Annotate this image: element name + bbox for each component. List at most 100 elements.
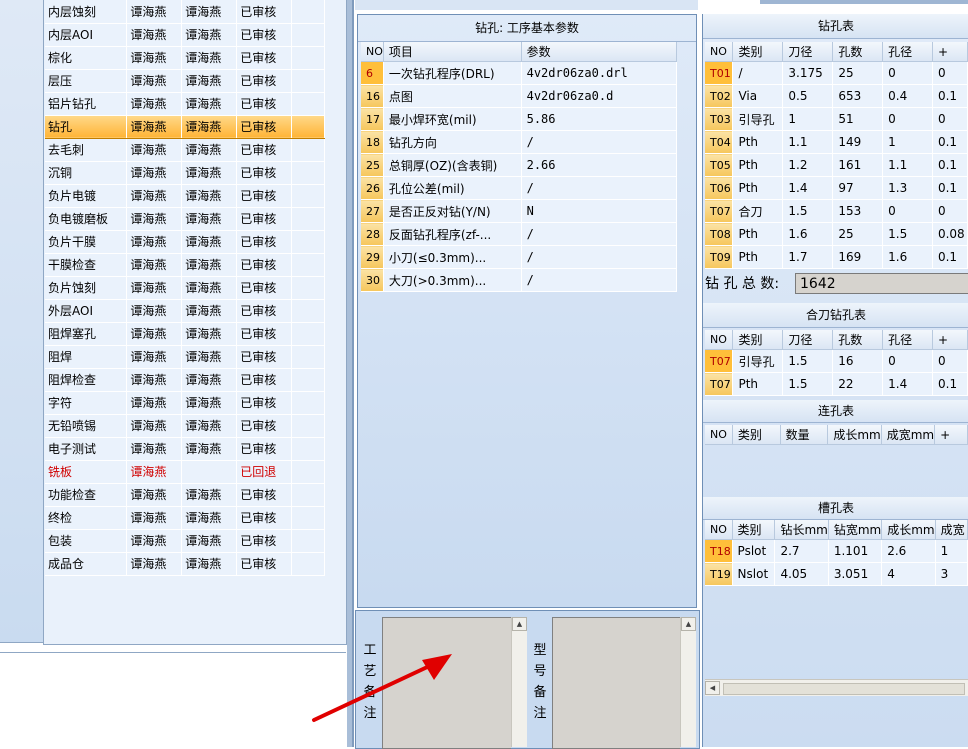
table-cell: 0 — [882, 349, 933, 373]
process-row[interactable]: 铝片钻孔 谭海燕 谭海燕 已审核 — [45, 92, 325, 116]
model-note-textarea[interactable] — [552, 617, 680, 749]
process-row[interactable]: 负电镀磨板 谭海燕 谭海燕 已审核 — [45, 207, 325, 231]
col-header[interactable]: 孔径 — [882, 330, 933, 350]
param-row[interactable]: 27 是否正反对钻(Y/N) N — [361, 199, 678, 223]
param-row[interactable]: 16 点图 4v2dr06za0.d — [361, 84, 678, 108]
table-row[interactable]: T01/3.175 25 0 0 — [705, 61, 968, 85]
param-row[interactable]: 17 最小焊环宽(mil) 5.86 — [361, 107, 678, 131]
scroll-up-icon[interactable]: ▲ — [681, 617, 696, 631]
process-name: 内层蚀刻 — [45, 0, 128, 24]
table-row[interactable]: T06 Pth 1.4 97 1.3 0.1 — [705, 176, 968, 200]
scroll-thumb[interactable] — [723, 683, 965, 695]
param-row[interactable]: 28 反面钻孔程序(zf-... / — [361, 222, 678, 246]
col-header[interactable]: NO — [705, 42, 734, 62]
table-cell: 1.6 — [882, 245, 933, 269]
col-header[interactable]: 类别 — [732, 42, 784, 62]
col-header[interactable]: 孔径 — [882, 42, 933, 62]
process-row[interactable]: 功能检查 谭海燕 谭海燕 已审核 — [45, 483, 325, 507]
table-row[interactable]: T07 引导孔 1.5 16 0 0 — [705, 349, 968, 373]
col-header[interactable]: NO — [705, 330, 734, 350]
scroll-up-icon[interactable]: ▲ — [512, 617, 527, 631]
process-row[interactable]: 阻焊塞孔 谭海燕 谭海燕 已审核 — [45, 322, 325, 346]
process-row[interactable]: 包装 谭海燕 谭海燕 已审核 — [45, 529, 325, 553]
process-row[interactable]: 阻焊 谭海燕 谭海燕 已审核 — [45, 345, 325, 369]
process-row[interactable]: 负片电镀 谭海燕 谭海燕 已审核 — [45, 184, 325, 208]
col-header[interactable]: 孔数 — [832, 330, 884, 350]
col-header-no[interactable]: NO — [361, 42, 384, 62]
col-header[interactable]: 成宽mm — [881, 425, 936, 445]
model-note-scrollbar[interactable]: ▲ — [680, 617, 696, 747]
col-header[interactable]: 成长mm — [827, 425, 882, 445]
process-row[interactable]: 字符 谭海燕 谭海燕 已审核 — [45, 391, 325, 415]
process-row[interactable]: 沉铜 谭海燕 谭海燕 已审核 — [45, 161, 325, 185]
col-header[interactable]: 钻长mm — [774, 520, 829, 540]
table-cell: 1.5 — [782, 372, 834, 396]
process-row[interactable]: 内层AOI 谭海燕 谭海燕 已审核 — [45, 23, 325, 47]
col-header[interactable]: + — [932, 42, 968, 62]
col-header[interactable]: 数量 — [780, 425, 829, 445]
table-cell: 1 — [935, 539, 968, 563]
table-row[interactable]: T18 Pslot 2.7 1.101 2.6 1 — [705, 539, 968, 563]
col-header-item[interactable]: 项目 — [383, 42, 522, 62]
scroll-left-icon[interactable]: ◀ — [705, 681, 720, 695]
table-row[interactable]: T05 Pth 1.2 161 1.1 0.1 — [705, 153, 968, 177]
process-row[interactable]: 外层AOI 谭海燕 谭海燕 已审核 — [45, 299, 325, 323]
reviewer-cell: 谭海燕 — [181, 207, 238, 231]
table-row[interactable]: T03 引导孔 1 51 0 0 — [705, 107, 968, 131]
table-row[interactable]: T02 Via 0.5 653 0.4 0.1 — [705, 84, 968, 108]
col-header[interactable]: 成长mm — [881, 520, 936, 540]
table-cell: 0.1 — [932, 176, 968, 200]
col-header[interactable]: 刀径 — [782, 330, 834, 350]
col-header[interactable]: 类别 — [732, 330, 784, 350]
process-row[interactable]: 棕化 谭海燕 谭海燕 已审核 — [45, 46, 325, 70]
col-header[interactable]: + — [934, 425, 968, 445]
param-row[interactable]: 29 小刀(≤0.3mm)... / — [361, 245, 678, 269]
table-cell: 1.5 — [782, 199, 834, 223]
right-horizontal-scrollbar[interactable]: ◀ — [705, 679, 968, 696]
process-row[interactable]: 负片干膜 谭海燕 谭海燕 已审核 — [45, 230, 325, 254]
col-header[interactable]: 钻宽mm — [828, 520, 883, 540]
col-header[interactable]: + — [932, 330, 968, 350]
operator-cell: 谭海燕 — [126, 276, 183, 300]
table-cell: 2.7 — [774, 539, 829, 563]
reviewer-cell: 谭海燕 — [181, 299, 238, 323]
process-row[interactable]: 去毛刺 谭海燕 谭海燕 已审核 — [45, 138, 325, 162]
table-row[interactable]: T09 Pth 1.7 169 1.6 0.1 — [705, 245, 968, 269]
operator-cell: 谭海燕 — [126, 161, 183, 185]
process-name: 字符 — [45, 391, 128, 415]
drill-total-field[interactable]: 1642 — [795, 273, 968, 294]
process-row[interactable]: 钻孔 谭海燕 谭海燕 已审核 — [45, 114, 325, 139]
param-row[interactable]: 25 总铜厚(OZ)(含表铜) 2.66 — [361, 153, 678, 177]
process-row[interactable]: 终检 谭海燕 谭海燕 已审核 — [45, 506, 325, 530]
process-row[interactable]: 电子测试 谭海燕 谭海燕 已审核 — [45, 437, 325, 461]
process-row[interactable]: 内层蚀刻 谭海燕 谭海燕 已审核 — [45, 0, 325, 24]
process-row[interactable]: 成品仓 谭海燕 谭海燕 已审核 — [45, 552, 325, 576]
col-header[interactable]: 成宽 — [935, 520, 968, 540]
col-header[interactable]: 类别 — [732, 520, 776, 540]
process-row[interactable]: 负片蚀刻 谭海燕 谭海燕 已审核 — [45, 276, 325, 300]
param-row[interactable]: 6 一次钻孔程序(DRL) 4v2dr06za0.drl — [361, 61, 678, 85]
process-row[interactable]: 铣板 谭海燕 已回退 — [45, 460, 325, 484]
table-cell: 1.5 — [882, 222, 933, 246]
col-header-value[interactable]: 参数 — [521, 42, 678, 62]
table-row[interactable]: T08 Pth 1.6 25 1.5 0.08 — [705, 222, 968, 246]
process-row[interactable]: 层压 谭海燕 谭海燕 已审核 — [45, 69, 325, 93]
table-row[interactable]: T07 合刀 1.5 153 0 0 — [705, 199, 968, 223]
table-row[interactable]: T04 Pth 1.1 149 1 0.1 — [705, 130, 968, 154]
col-header[interactable]: 刀径 — [782, 42, 834, 62]
table-cell: 0.1 — [932, 153, 968, 177]
param-row[interactable]: 30 大刀(>0.3mm)... / — [361, 268, 678, 292]
table-row[interactable]: T07 Pth 1.5 22 1.4 0.1 — [705, 372, 968, 396]
process-row[interactable]: 阻焊检查 谭海燕 谭海燕 已审核 — [45, 368, 325, 392]
param-row[interactable]: 18 钻孔方向 / — [361, 130, 678, 154]
empty-cell — [291, 114, 325, 139]
table-row[interactable]: T19 Nslot 4.05 3.051 4 3 — [705, 562, 968, 586]
col-header[interactable]: 类别 — [732, 425, 781, 445]
process-note-scrollbar[interactable]: ▲ — [511, 617, 527, 747]
process-row[interactable]: 无铅喷锡 谭海燕 谭海燕 已审核 — [45, 414, 325, 438]
param-row[interactable]: 26 孔位公差(mil) / — [361, 176, 678, 200]
col-header[interactable]: 孔数 — [832, 42, 884, 62]
col-header[interactable]: NO — [705, 425, 733, 445]
process-row[interactable]: 干膜检查 谭海燕 谭海燕 已审核 — [45, 253, 325, 277]
col-header[interactable]: NO — [705, 520, 733, 540]
